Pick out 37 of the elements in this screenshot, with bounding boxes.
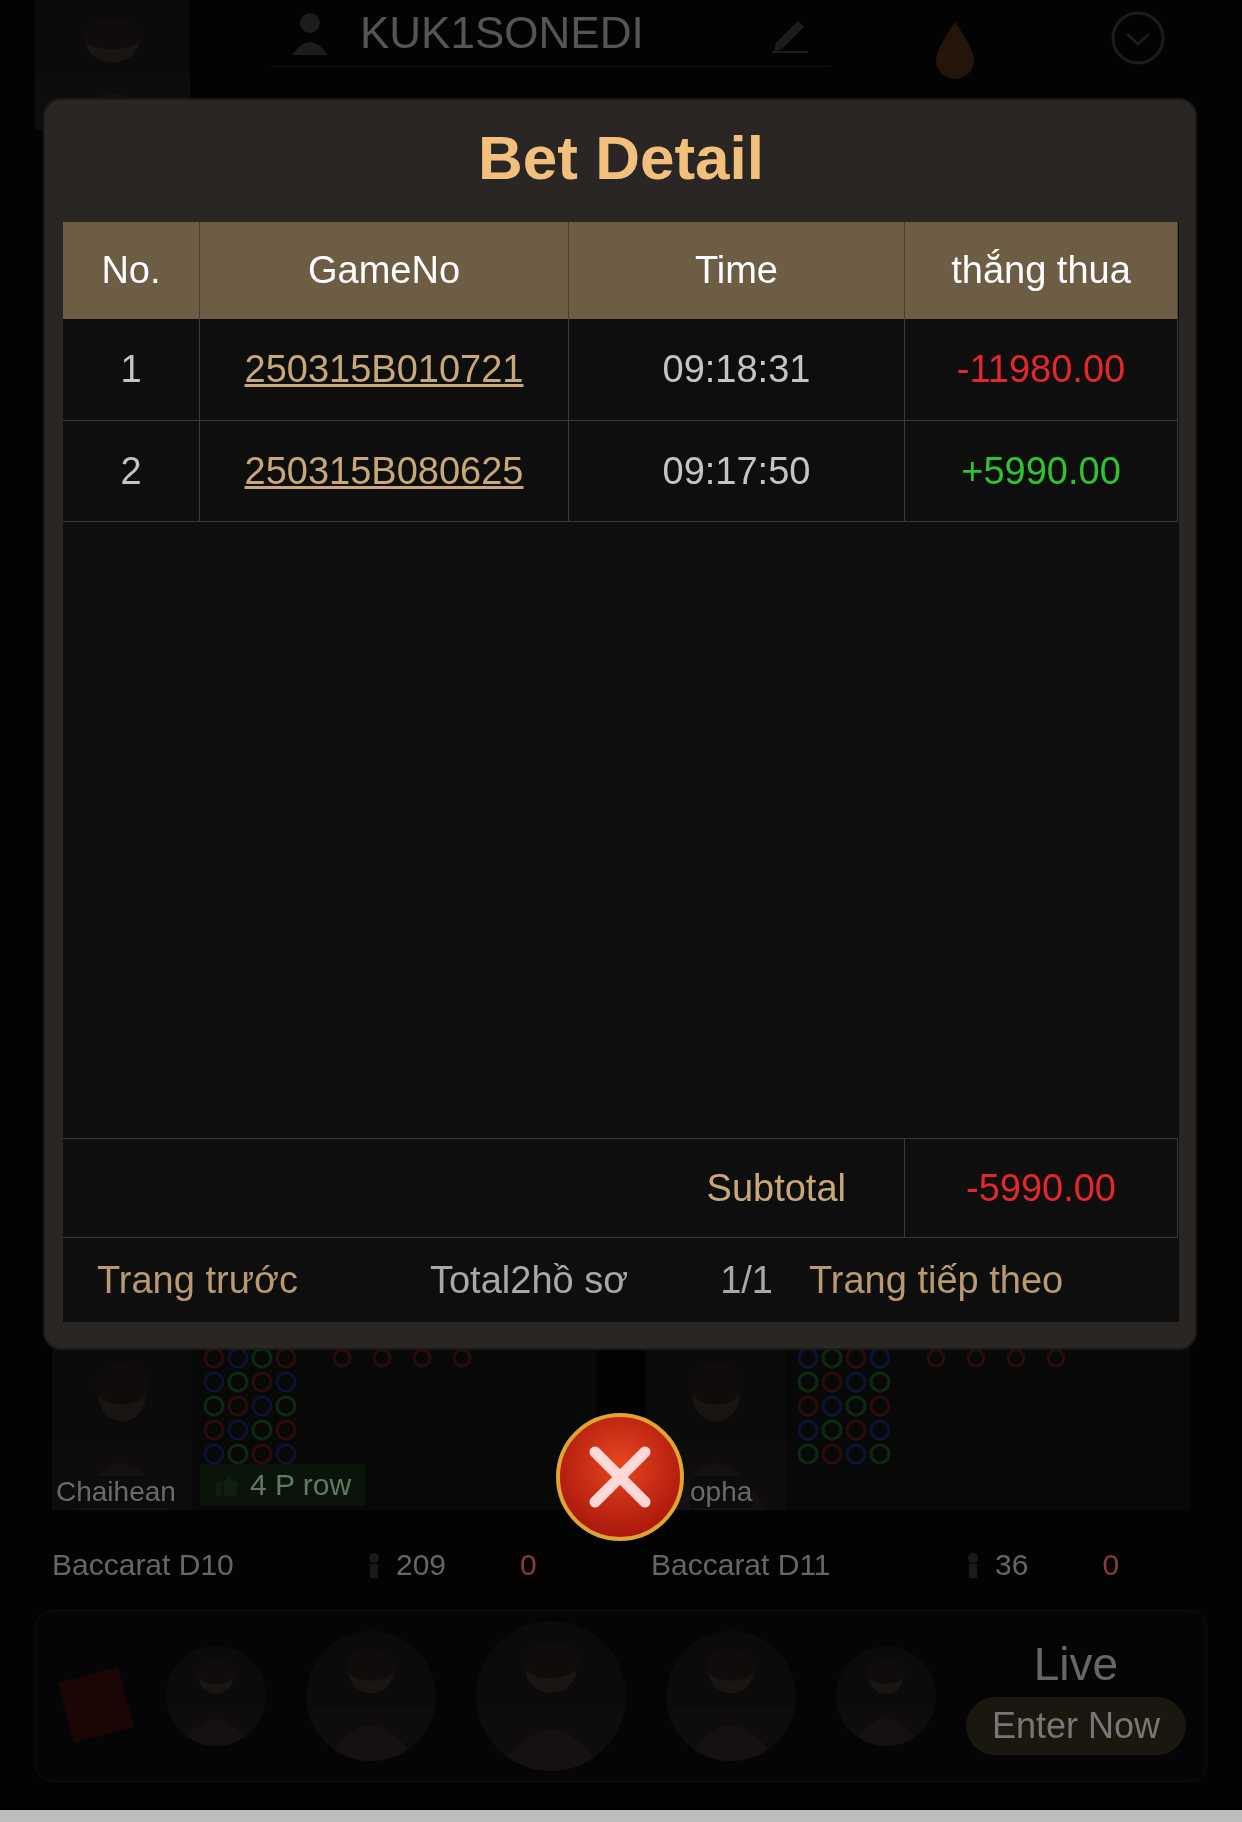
enter-now-button[interactable]: Enter Now — [965, 1697, 1186, 1755]
table-cell: -11980.00 — [905, 319, 1178, 421]
column-header: No. — [63, 222, 200, 319]
close-button[interactable] — [555, 1412, 685, 1542]
streak-badge: 4 P row — [200, 1464, 366, 1506]
room-name: Baccarat D10 — [52, 1548, 235, 1582]
table-cell: +5990.00 — [905, 421, 1178, 522]
table-cell: 09:17:50 — [569, 421, 905, 522]
room-value: 0 — [1102, 1548, 1120, 1582]
table-cell: 1 — [63, 319, 200, 421]
column-header: GameNo — [200, 222, 569, 319]
live-title: Live — [1033, 1637, 1119, 1691]
player-count: 36 — [995, 1548, 1029, 1582]
close-icon — [555, 1412, 685, 1542]
total-records: Total2hồ sơ — [430, 1258, 629, 1302]
username: KUK1SONEDI — [360, 8, 645, 58]
dialog-title: Bet Detail — [477, 122, 765, 194]
dealer-name: Chaihean — [56, 1476, 176, 1508]
chevron-circle-icon — [1110, 10, 1166, 66]
table-cell: 09:18:31 — [569, 319, 905, 421]
next-page-link[interactable]: Trang tiếp theo — [808, 1258, 1064, 1302]
page-indicator: 1/1 — [720, 1258, 773, 1302]
dealer-name: opha — [690, 1476, 753, 1508]
person-icon — [366, 1552, 382, 1578]
subtotal-label: Subtotal — [63, 1139, 905, 1238]
person-icon — [965, 1552, 981, 1578]
room-value: 0 — [520, 1548, 537, 1582]
player-count: 209 — [396, 1548, 447, 1582]
game-number-link[interactable]: 250315B080625 — [244, 449, 524, 493]
column-header: Time — [569, 222, 905, 319]
subtotal-value: -5990.00 — [905, 1139, 1178, 1238]
game-number-link[interactable]: 250315B010721 — [244, 348, 524, 391]
previous-page-link[interactable]: Trang trước — [97, 1258, 298, 1302]
table-cell: 2 — [63, 421, 200, 522]
room-name: Baccarat D11 — [651, 1548, 832, 1582]
column-header: thắng thua — [905, 222, 1178, 319]
user-icon — [290, 11, 330, 55]
